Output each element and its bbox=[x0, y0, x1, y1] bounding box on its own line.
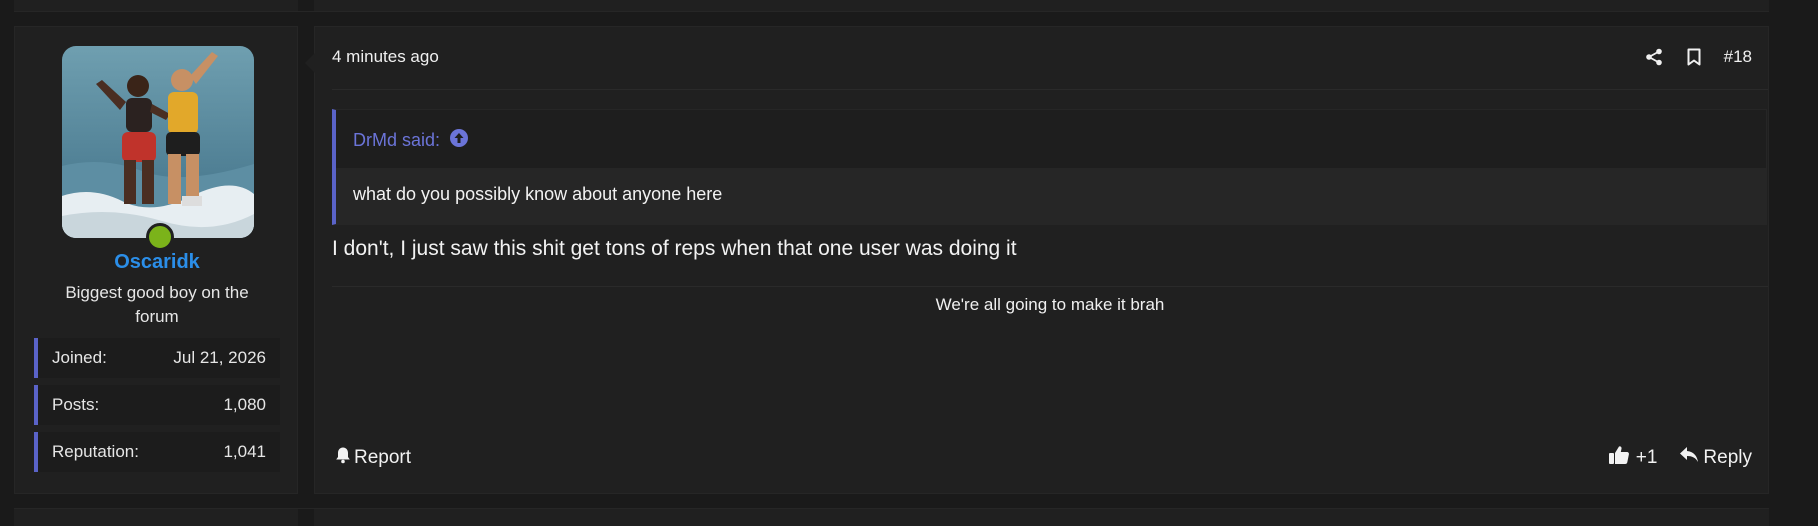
reply-icon bbox=[1679, 446, 1703, 470]
share-icon[interactable] bbox=[1642, 45, 1666, 69]
like-button[interactable]: +1 bbox=[1608, 445, 1658, 471]
quote-block: DrMd said: what do you possibly know abo… bbox=[332, 109, 1767, 225]
stat-value: 1,080 bbox=[223, 395, 266, 414]
next-post-edge bbox=[14, 508, 1769, 526]
online-status-indicator bbox=[146, 223, 174, 251]
user-title: Biggest good boy on the forum bbox=[65, 283, 249, 326]
forum-post: Oscaridk Biggest good boy on the forum J… bbox=[14, 26, 1769, 494]
divider bbox=[332, 89, 1768, 90]
report-label: Report bbox=[354, 447, 412, 468]
stat-joined: Joined: Jul 21, 2026 bbox=[34, 338, 280, 378]
avatar[interactable] bbox=[62, 46, 254, 238]
stat-value: Jul 21, 2026 bbox=[173, 348, 266, 367]
quote-author-link[interactable]: DrMd said: bbox=[353, 128, 469, 153]
stat-posts: Posts: 1,080 bbox=[34, 385, 280, 425]
stat-label: Reputation: bbox=[52, 442, 139, 461]
username[interactable]: Oscaridk bbox=[15, 251, 299, 274]
user-info-panel: Oscaridk Biggest good boy on the forum J… bbox=[14, 26, 298, 494]
reply-label: Reply bbox=[1703, 447, 1752, 468]
stat-label: Joined: bbox=[52, 348, 107, 367]
stat-value: 1,041 bbox=[223, 442, 266, 461]
post-footer-actions: +1 Reply bbox=[1608, 445, 1752, 471]
quote-body: what do you possibly know about anyone h… bbox=[336, 168, 1766, 225]
post-number-link[interactable]: #18 bbox=[1724, 47, 1752, 67]
signature: We're all going to make it brah bbox=[935, 295, 1165, 314]
stat-label: Posts: bbox=[52, 395, 100, 414]
bookmark-icon[interactable] bbox=[1682, 45, 1706, 69]
stat-reputation: Reputation: 1,041 bbox=[34, 432, 280, 472]
message-panel: 4 minutes ago #18 DrMd said: what do you… bbox=[305, 26, 1769, 494]
message-text: I don't, I just saw this shit get tons o… bbox=[332, 237, 1017, 260]
signature-divider bbox=[332, 286, 1768, 287]
arrow-up-circle-icon bbox=[449, 128, 469, 153]
previous-post-edge bbox=[14, 0, 1769, 12]
quote-author: DrMd said: bbox=[353, 130, 441, 150]
post-header-actions: #18 bbox=[1626, 45, 1752, 69]
reply-button[interactable]: Reply bbox=[1679, 446, 1752, 470]
post-date[interactable]: 4 minutes ago bbox=[332, 47, 439, 67]
like-count: +1 bbox=[1635, 447, 1658, 468]
thumbs-up-icon bbox=[1608, 445, 1636, 471]
report-button[interactable]: Report bbox=[335, 446, 411, 470]
bell-icon bbox=[335, 446, 354, 470]
quote-text: what do you possibly know about anyone h… bbox=[353, 184, 723, 204]
